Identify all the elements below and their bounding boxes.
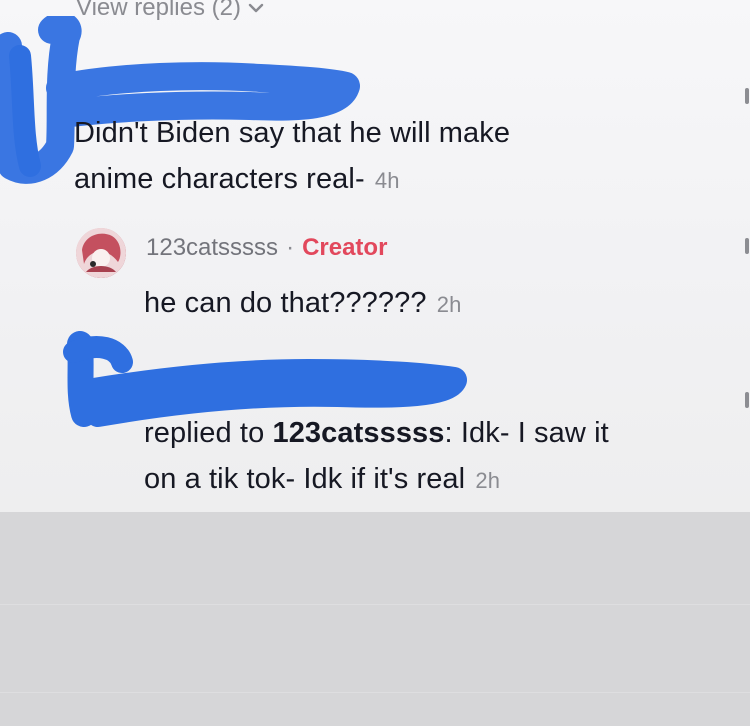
reply-author-row: 123catsssss · Creator	[146, 234, 387, 262]
reply-2-after-mention: : Idk- I saw it	[444, 417, 609, 449]
comment-body: Didn't Biden say that he will make anime…	[74, 110, 510, 204]
avatar[interactable]	[76, 228, 126, 278]
divider-2	[0, 692, 750, 693]
edge-marker-3	[745, 392, 749, 408]
avatar-image	[76, 228, 126, 278]
reply-2-timestamp: 2h	[475, 468, 501, 493]
reply-2-mention[interactable]: 123catsssss	[272, 417, 444, 449]
reply-1-timestamp: 2h	[436, 292, 462, 317]
reply-2-line-2: on a tik tok- Idk if it's real 2h	[144, 456, 609, 504]
reply-2-body: replied to 123catsssss: Idk- I saw it on…	[144, 410, 609, 504]
reply-2-prefix: replied to	[144, 417, 273, 449]
creator-badge: Creator	[302, 234, 388, 261]
edge-marker-2	[745, 238, 749, 254]
reply-2-text-line-2: on a tik tok- Idk if it's real	[144, 463, 466, 495]
reply-2-line-1: replied to 123catsssss: Idk- I saw it	[144, 410, 609, 456]
reply-1-body: he can do that?????? 2h	[144, 280, 461, 328]
username-separator: ·	[286, 234, 295, 261]
comment-thread-page: View replies (2) Didn't Biden say that h…	[0, 0, 750, 726]
comment-text-line-2-text: anime characters real-	[74, 163, 365, 195]
reply-username[interactable]: 123catsssss	[146, 234, 278, 262]
comment-text-line-1: Didn't Biden say that he will make	[74, 117, 511, 149]
chevron-down-icon	[248, 3, 264, 13]
comment-text-line-2: anime characters real- 4h	[74, 156, 510, 204]
edge-marker-1	[745, 88, 749, 104]
divider-1	[0, 604, 750, 605]
comment-timestamp: 4h	[374, 168, 400, 193]
comments-section: View replies (2) Didn't Biden say that h…	[0, 0, 750, 512]
reply-1-text: he can do that??????	[144, 287, 427, 319]
empty-area	[0, 512, 750, 726]
